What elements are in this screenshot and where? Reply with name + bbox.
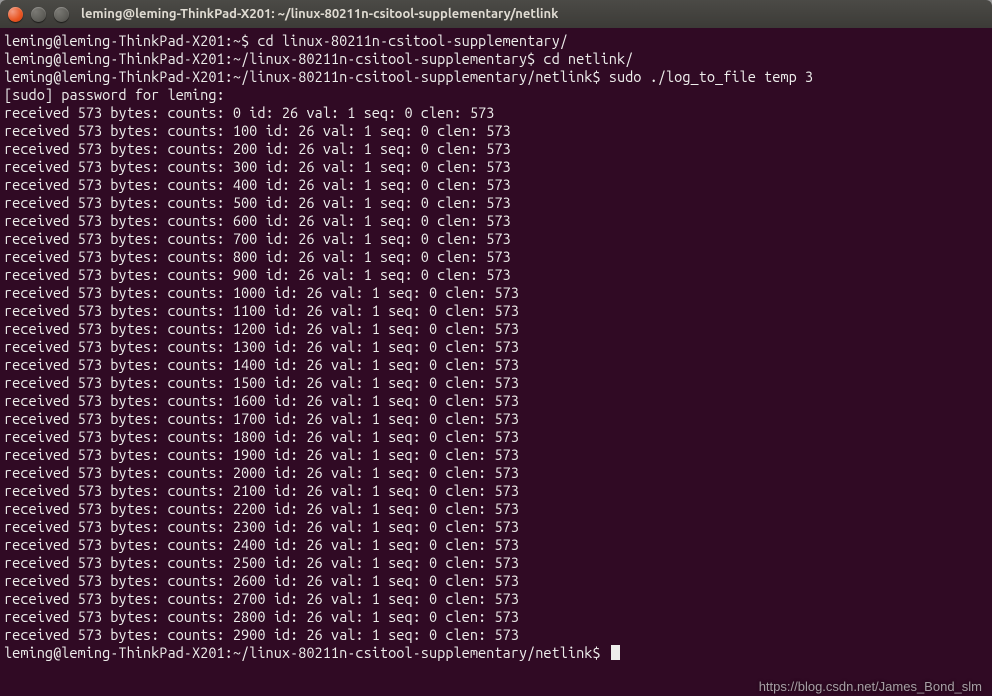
log-line: received 573 bytes: counts: 300 id: 26 v… xyxy=(4,158,988,176)
log-line: received 573 bytes: counts: 2200 id: 26 … xyxy=(4,500,988,518)
log-line: received 573 bytes: counts: 100 id: 26 v… xyxy=(4,122,988,140)
log-line: received 573 bytes: counts: 2000 id: 26 … xyxy=(4,464,988,482)
terminal-body[interactable]: leming@leming-ThinkPad-X201:~$ cd linux-… xyxy=(0,28,992,696)
prompt-line: leming@leming-ThinkPad-X201:~/linux-8021… xyxy=(4,68,988,86)
maximize-icon[interactable] xyxy=(54,7,69,22)
log-line: received 573 bytes: counts: 2900 id: 26 … xyxy=(4,626,988,644)
log-line: received 573 bytes: counts: 600 id: 26 v… xyxy=(4,212,988,230)
log-line: received 573 bytes: counts: 1200 id: 26 … xyxy=(4,320,988,338)
log-line: received 573 bytes: counts: 500 id: 26 v… xyxy=(4,194,988,212)
log-line: received 573 bytes: counts: 2400 id: 26 … xyxy=(4,536,988,554)
log-line: received 573 bytes: counts: 200 id: 26 v… xyxy=(4,140,988,158)
log-line: received 573 bytes: counts: 1800 id: 26 … xyxy=(4,428,988,446)
prompt-line: leming@leming-ThinkPad-X201:~/linux-8021… xyxy=(4,644,988,662)
log-line: received 573 bytes: counts: 700 id: 26 v… xyxy=(4,230,988,248)
prompt: leming@leming-ThinkPad-X201:~/linux-8021… xyxy=(4,50,543,67)
cursor-icon xyxy=(611,645,620,660)
prompt-line: leming@leming-ThinkPad-X201:~/linux-8021… xyxy=(4,50,988,68)
prompt: leming@leming-ThinkPad-X201:~/linux-8021… xyxy=(4,644,609,661)
sudo-prompt: [sudo] password for leming: xyxy=(4,86,988,104)
log-line: received 573 bytes: counts: 900 id: 26 v… xyxy=(4,266,988,284)
window-title: leming@leming-ThinkPad-X201: ~/linux-802… xyxy=(81,7,558,21)
prompt-line: leming@leming-ThinkPad-X201:~$ cd linux-… xyxy=(4,32,988,50)
log-line: received 573 bytes: counts: 2600 id: 26 … xyxy=(4,572,988,590)
log-line: received 573 bytes: counts: 1700 id: 26 … xyxy=(4,410,988,428)
close-icon[interactable] xyxy=(8,7,23,22)
log-line: received 573 bytes: counts: 0 id: 26 val… xyxy=(4,104,988,122)
log-line: received 573 bytes: counts: 2300 id: 26 … xyxy=(4,518,988,536)
command: cd netlink/ xyxy=(543,50,633,67)
log-line: received 573 bytes: counts: 1300 id: 26 … xyxy=(4,338,988,356)
log-line: received 573 bytes: counts: 2100 id: 26 … xyxy=(4,482,988,500)
log-line: received 573 bytes: counts: 1500 id: 26 … xyxy=(4,374,988,392)
log-line: received 573 bytes: counts: 2500 id: 26 … xyxy=(4,554,988,572)
watermark: https://blog.csdn.net/James_Bond_slm xyxy=(759,679,982,694)
minimize-icon[interactable] xyxy=(31,7,46,22)
log-line: received 573 bytes: counts: 1600 id: 26 … xyxy=(4,392,988,410)
log-line: received 573 bytes: counts: 1900 id: 26 … xyxy=(4,446,988,464)
prompt: leming@leming-ThinkPad-X201:~/linux-8021… xyxy=(4,68,609,85)
log-line: received 573 bytes: counts: 800 id: 26 v… xyxy=(4,248,988,266)
prompt: leming@leming-ThinkPad-X201:~$ xyxy=(4,32,257,49)
log-line: received 573 bytes: counts: 1100 id: 26 … xyxy=(4,302,988,320)
log-line: received 573 bytes: counts: 400 id: 26 v… xyxy=(4,176,988,194)
command: cd linux-80211n-csitool-supplementary/ xyxy=(257,32,568,49)
log-line: received 573 bytes: counts: 2800 id: 26 … xyxy=(4,608,988,626)
command: sudo ./log_to_file temp 3 xyxy=(609,68,813,85)
terminal-window: leming@leming-ThinkPad-X201: ~/linux-802… xyxy=(0,0,992,696)
log-line: received 573 bytes: counts: 2700 id: 26 … xyxy=(4,590,988,608)
titlebar: leming@leming-ThinkPad-X201: ~/linux-802… xyxy=(0,0,992,28)
log-line: received 573 bytes: counts: 1400 id: 26 … xyxy=(4,356,988,374)
log-line: received 573 bytes: counts: 1000 id: 26 … xyxy=(4,284,988,302)
